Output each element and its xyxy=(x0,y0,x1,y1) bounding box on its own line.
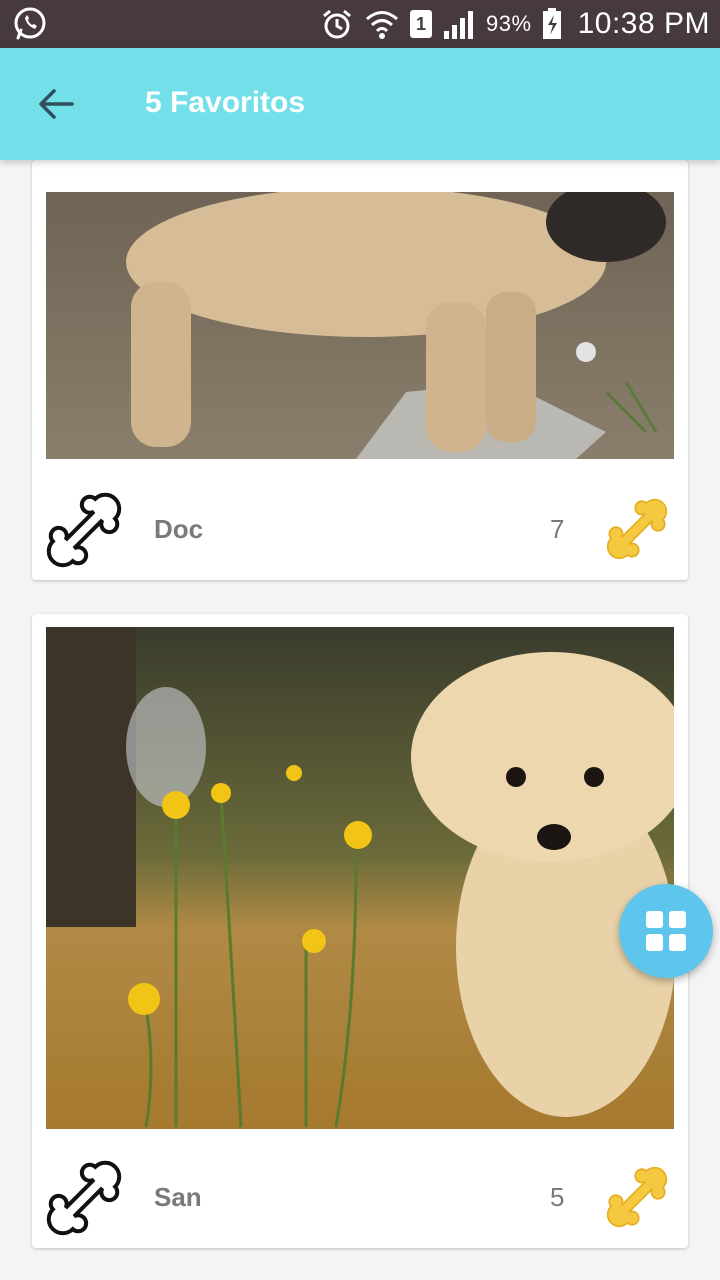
battery-icon xyxy=(542,8,562,40)
app-bar: 5 Favoritos xyxy=(0,48,720,160)
favorite-card[interactable]: Doc 7 xyxy=(32,160,688,580)
bone-filled-icon xyxy=(606,498,668,560)
card-footer: San 5 xyxy=(32,1148,688,1248)
page-title: 5 Favoritos xyxy=(145,86,306,119)
wifi-icon xyxy=(364,7,400,41)
like-button[interactable] xyxy=(602,1162,672,1232)
sim-icon: 1 xyxy=(410,10,433,38)
fluffy-puppy-photo xyxy=(46,627,674,1129)
signal-icon xyxy=(442,9,476,39)
bone-filled-icon xyxy=(606,1166,668,1228)
status-bar: 1 93% 10:38 PM xyxy=(0,0,720,48)
dog-name: Doc xyxy=(154,514,204,544)
like-button[interactable] xyxy=(602,494,672,564)
back-button[interactable] xyxy=(34,86,78,122)
grid-icon xyxy=(646,911,686,951)
like-count: 5 xyxy=(550,1182,565,1212)
bone-outline-icon xyxy=(46,1160,122,1236)
alarm-icon xyxy=(320,7,354,41)
favorite-card[interactable]: San 5 xyxy=(32,614,688,1248)
like-count: 7 xyxy=(550,514,565,544)
bone-outline-icon xyxy=(46,492,122,568)
arrow-back-icon xyxy=(39,89,74,119)
dog-name: San xyxy=(154,1182,202,1212)
grid-view-fab[interactable] xyxy=(619,884,713,978)
clock: 10:38 PM xyxy=(577,7,710,40)
whatsapp-icon xyxy=(12,6,48,47)
shar-pei-puppy-photo xyxy=(46,192,674,459)
card-footer: Doc 7 xyxy=(32,480,688,580)
battery-percent: 93% xyxy=(486,11,532,36)
